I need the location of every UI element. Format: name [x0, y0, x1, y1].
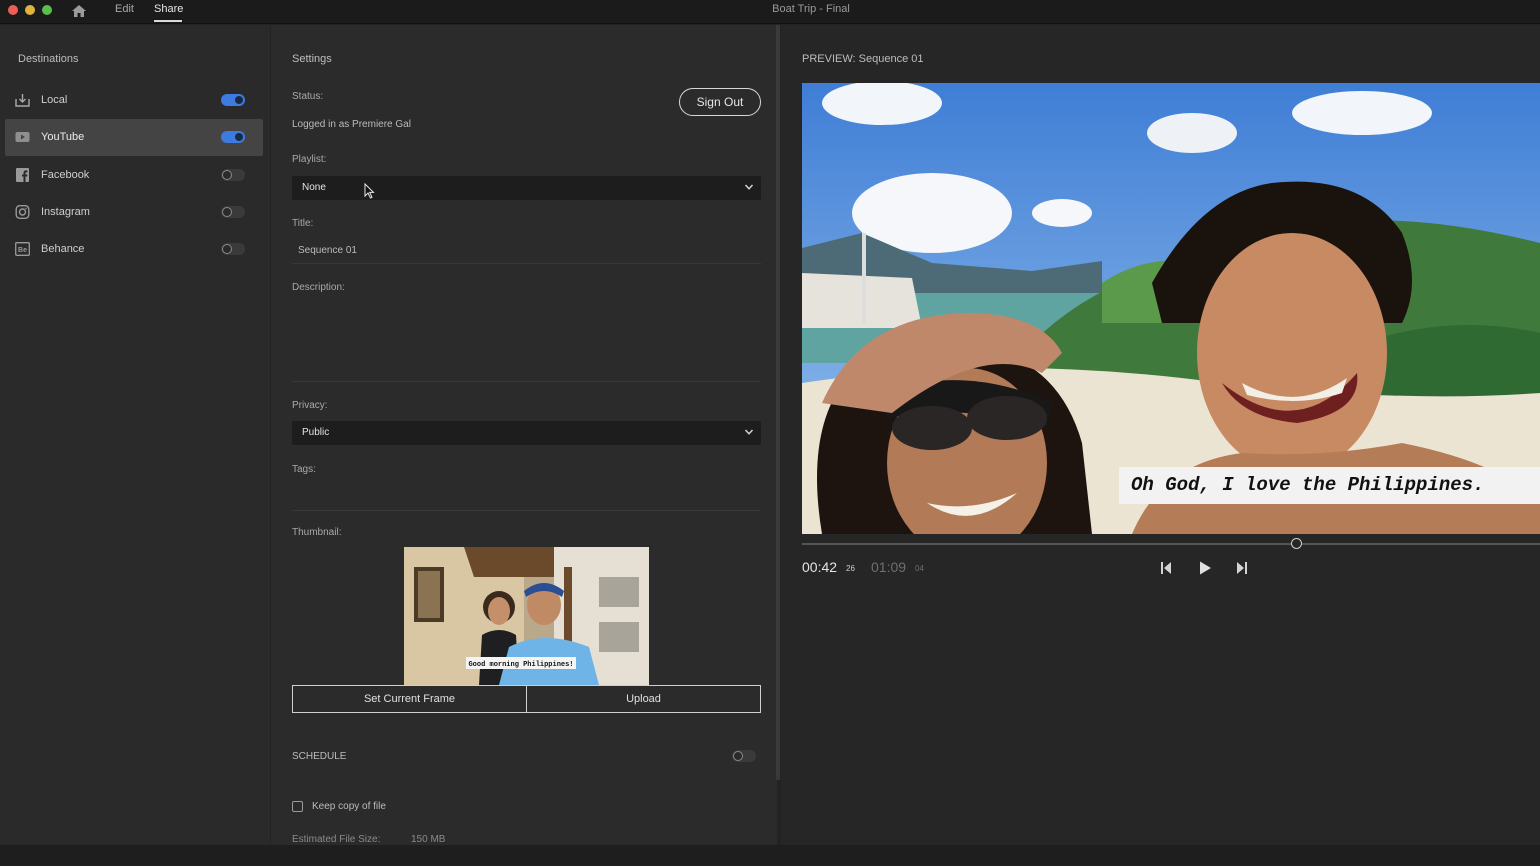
timeline-scrubber[interactable] — [802, 543, 1540, 545]
description-label: Description: — [292, 282, 345, 293]
sign-out-button[interactable]: Sign Out — [679, 88, 761, 116]
tags-label: Tags: — [292, 464, 316, 475]
subtitle-overlay: Oh God, I love the Philippines. — [1119, 467, 1540, 504]
step-back-icon[interactable] — [1159, 560, 1175, 576]
local-toggle[interactable] — [221, 94, 245, 106]
window-title: Boat Trip - Final — [772, 3, 850, 15]
active-menu-indicator — [154, 20, 182, 22]
instagram-icon — [15, 205, 30, 219]
mouse-cursor-icon — [364, 183, 375, 199]
instagram-toggle[interactable] — [221, 206, 245, 218]
behance-toggle[interactable] — [221, 243, 245, 255]
current-timecode-frames: 26 — [846, 564, 855, 573]
playlist-label: Playlist: — [292, 154, 327, 165]
set-current-frame-button[interactable]: Set Current Frame — [292, 685, 527, 713]
tags-input[interactable] — [292, 480, 761, 508]
keep-copy-checkbox[interactable] — [292, 801, 303, 812]
playlist-select[interactable]: None — [292, 176, 761, 200]
destination-label: Facebook — [41, 169, 90, 181]
thumbnail-image: Good morning Philippines! — [404, 547, 649, 685]
local-export-icon — [15, 94, 30, 107]
destination-label: Local — [41, 94, 68, 106]
title-label: Title: — [292, 218, 314, 229]
destination-youtube[interactable]: YouTube — [5, 119, 263, 156]
thumbnail-caption: Good morning Philippines! — [468, 661, 573, 669]
status-value: Logged in as Premiere Gal — [292, 119, 411, 130]
destinations-panel: Destinations Local YouTube Facebook Inst… — [0, 25, 270, 845]
schedule-label: SCHEDULE — [292, 751, 347, 762]
youtube-icon — [15, 132, 30, 142]
title-input[interactable]: Sequence 01 — [298, 245, 357, 256]
destination-instagram[interactable]: Instagram — [5, 194, 263, 231]
svg-text:Be: Be — [18, 247, 27, 254]
preview-header: PREVIEW: Sequence 01 — [802, 53, 924, 65]
bottom-strip — [0, 845, 1540, 866]
destination-label: Instagram — [41, 206, 90, 218]
duration-timecode-frames: 04 — [915, 564, 924, 573]
title-underline — [292, 263, 761, 264]
thumbnail-label: Thumbnail: — [292, 527, 342, 538]
schedule-toggle[interactable] — [732, 750, 756, 762]
description-underline — [292, 381, 761, 382]
keep-copy-label: Keep copy of file — [312, 801, 386, 812]
upload-thumbnail-button[interactable]: Upload — [526, 685, 761, 713]
description-input[interactable] — [292, 298, 761, 378]
duration-timecode: 01:09 — [871, 559, 907, 575]
playhead-handle[interactable] — [1290, 538, 1302, 549]
file-size-value: 150 MB — [411, 834, 446, 845]
facebook-toggle[interactable] — [221, 169, 245, 181]
facebook-icon — [16, 168, 29, 182]
privacy-value: Public — [302, 427, 330, 438]
play-icon[interactable] — [1197, 560, 1213, 576]
destination-local[interactable]: Local — [5, 82, 263, 119]
destination-label: Behance — [41, 243, 85, 255]
panel-divider[interactable] — [776, 25, 780, 780]
destination-behance[interactable]: Be Behance — [5, 231, 263, 268]
subtitle-text: Oh God, I love the Philippines. — [1131, 474, 1485, 496]
current-timecode: 00:42 — [802, 559, 838, 575]
file-size-label: Estimated File Size: — [292, 834, 381, 845]
behance-icon: Be — [15, 242, 30, 256]
chevron-down-icon — [744, 429, 754, 435]
youtube-toggle[interactable] — [221, 131, 245, 143]
privacy-label: Privacy: — [292, 400, 328, 411]
title-bar: Edit Share Boat Trip - Final — [0, 0, 1540, 24]
status-label: Status: — [292, 91, 324, 102]
playlist-value: None — [302, 182, 326, 193]
tags-underline — [292, 510, 761, 511]
chevron-down-icon — [744, 184, 754, 190]
destinations-header: Destinations — [18, 53, 79, 65]
step-forward-icon[interactable] — [1233, 560, 1249, 576]
privacy-select[interactable]: Public — [292, 421, 761, 445]
destination-facebook[interactable]: Facebook — [5, 157, 263, 194]
settings-header: Settings — [292, 53, 332, 65]
destination-label: YouTube — [41, 131, 85, 143]
